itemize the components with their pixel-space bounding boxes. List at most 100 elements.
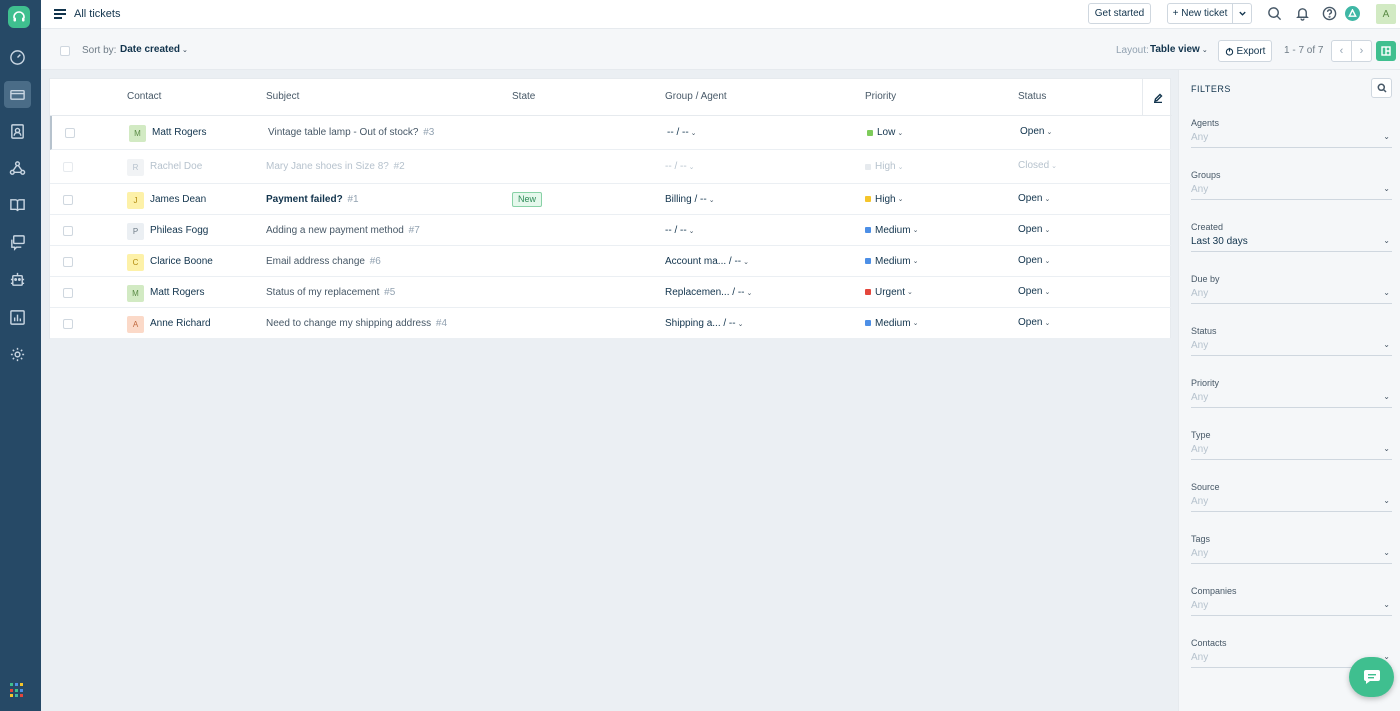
row-checkbox[interactable]: [63, 225, 73, 236]
filter-companies[interactable]: Companies Any ⌄: [1191, 586, 1392, 616]
next-page-button[interactable]: ›: [1351, 40, 1372, 62]
table-row[interactable]: M Matt Rogers Status of my replacement #5 R…: [50, 277, 1172, 308]
new-ticket-dropdown-button[interactable]: [1232, 3, 1252, 24]
user-avatar[interactable]: A: [1376, 4, 1396, 24]
priority-value: High: [875, 161, 896, 172]
status-dropdown[interactable]: Open ⌄: [1018, 286, 1050, 297]
row-checkbox[interactable]: [63, 287, 73, 298]
ticket-subject[interactable]: Adding a new payment method #7: [266, 225, 420, 236]
headset-logo-icon[interactable]: [8, 6, 30, 28]
search-icon[interactable]: [1267, 6, 1282, 21]
filter-source[interactable]: Source Any ⌄: [1191, 482, 1392, 512]
priority-dropdown[interactable]: Urgent ⌄: [865, 287, 913, 298]
priority-dropdown[interactable]: High ⌄: [865, 161, 903, 172]
state-badge: New: [512, 191, 543, 207]
filter-status[interactable]: Status Any ⌄: [1191, 326, 1392, 356]
status-dropdown[interactable]: Open ⌄: [1018, 317, 1050, 328]
row-checkbox[interactable]: [65, 128, 75, 138]
contacts-icon[interactable]: [4, 118, 31, 145]
ticket-subject[interactable]: Need to change my shipping address #4: [266, 318, 447, 329]
contact-name[interactable]: Clarice Boone: [150, 256, 213, 267]
menu-icon[interactable]: [54, 9, 66, 19]
filter-groups[interactable]: Groups Any ⌄: [1191, 170, 1392, 200]
group-agent-dropdown[interactable]: Account ma... / -- ⌄: [665, 256, 749, 267]
column-header-status[interactable]: Status: [1018, 91, 1046, 102]
table-row[interactable]: J James Dean Payment failed? #1 New Billing …: [50, 184, 1172, 215]
ticket-subject[interactable]: Payment failed? #1: [266, 194, 359, 205]
layout-dropdown[interactable]: Table view ⌄: [1150, 44, 1208, 55]
contact-name[interactable]: James Dean: [150, 194, 206, 205]
status-dropdown[interactable]: Closed ⌄: [1018, 160, 1057, 171]
dashboard-icon[interactable]: [4, 44, 31, 71]
filter-type[interactable]: Type Any ⌄: [1191, 430, 1392, 460]
ticket-subject[interactable]: Vintage table lamp - Out of stock? #3: [268, 127, 434, 138]
edit-columns-button[interactable]: [1142, 79, 1172, 116]
knowledge-base-icon[interactable]: [4, 192, 31, 219]
filter-label: Priority: [1191, 378, 1220, 388]
column-header-contact[interactable]: Contact: [127, 91, 161, 102]
new-ticket-button[interactable]: + New ticket: [1167, 3, 1233, 24]
row-checkbox[interactable]: [63, 318, 73, 329]
contact-name[interactable]: Rachel Doe: [150, 161, 202, 172]
sort-by-dropdown[interactable]: Date created ⌄: [120, 44, 188, 55]
export-button[interactable]: Export: [1218, 40, 1272, 62]
group-agent-dropdown[interactable]: -- / -- ⌄: [667, 127, 697, 138]
filter-tags[interactable]: Tags Any ⌄: [1191, 534, 1392, 564]
filter-created[interactable]: Created Last 30 days ⌄: [1191, 222, 1392, 252]
select-all-checkbox[interactable]: [60, 46, 70, 56]
bots-icon[interactable]: [4, 266, 31, 293]
priority-dropdown[interactable]: High ⌄: [865, 194, 903, 205]
status-value: Closed: [1018, 160, 1050, 171]
group-agent-dropdown[interactable]: Billing / -- ⌄: [665, 194, 715, 205]
ticket-subject[interactable]: Status of my replacement #5: [266, 287, 395, 298]
column-header-state[interactable]: State: [512, 91, 535, 102]
priority-dropdown[interactable]: Low ⌄: [867, 127, 903, 138]
contact-name[interactable]: Anne Richard: [150, 318, 211, 329]
group-agent-dropdown[interactable]: Replacemen... / -- ⌄: [665, 287, 752, 298]
filter-agents[interactable]: Agents Any ⌄: [1191, 118, 1392, 148]
status-dropdown[interactable]: Open ⌄: [1018, 193, 1050, 204]
group-agent-dropdown[interactable]: -- / -- ⌄: [665, 225, 695, 236]
forums-icon[interactable]: [4, 229, 31, 256]
freddy-icon[interactable]: [1345, 6, 1360, 21]
groups-icon[interactable]: [4, 155, 31, 182]
priority-dropdown[interactable]: Medium ⌄: [865, 225, 918, 236]
tickets-icon[interactable]: [4, 81, 31, 108]
layout-label: Layout:: [1116, 45, 1149, 56]
ticket-subject[interactable]: Email address change #6: [266, 256, 381, 267]
apps-grid-icon[interactable]: [10, 683, 25, 698]
table-row[interactable]: A Anne Richard Need to change my shipping …: [50, 308, 1172, 339]
column-header-priority[interactable]: Priority: [865, 91, 896, 102]
settings-icon[interactable]: [4, 341, 31, 368]
status-dropdown[interactable]: Open ⌄: [1018, 224, 1050, 235]
previous-page-button[interactable]: ‹: [1331, 40, 1352, 62]
group-agent-dropdown[interactable]: Shipping a... / -- ⌄: [665, 318, 743, 329]
row-checkbox[interactable]: [63, 256, 73, 267]
contact-name[interactable]: Matt Rogers: [150, 287, 204, 298]
filter-priority[interactable]: Priority Any ⌄: [1191, 378, 1392, 408]
chat-button[interactable]: [1349, 657, 1394, 697]
priority-dropdown[interactable]: Medium ⌄: [865, 256, 918, 267]
table-row[interactable]: R Rachel Doe Mary Jane shoes in Size 8? #2…: [50, 150, 1172, 184]
row-checkbox[interactable]: [63, 194, 73, 205]
filter-due-by[interactable]: Due by Any ⌄: [1191, 274, 1392, 304]
ticket-subject[interactable]: Mary Jane shoes in Size 8? #2: [266, 161, 405, 172]
bell-icon[interactable]: [1295, 6, 1310, 21]
status-dropdown[interactable]: Open ⌄: [1018, 255, 1050, 266]
table-row[interactable]: P Phileas Fogg Adding a new payment method…: [50, 215, 1172, 246]
help-icon[interactable]: [1322, 6, 1337, 21]
group-agent-dropdown[interactable]: -- / -- ⌄: [665, 161, 695, 172]
filters-search-button[interactable]: [1371, 78, 1392, 98]
row-checkbox[interactable]: [63, 162, 73, 172]
contact-name[interactable]: Phileas Fogg: [150, 225, 208, 236]
contact-name[interactable]: Matt Rogers: [152, 127, 206, 138]
status-dropdown[interactable]: Open ⌄: [1020, 126, 1052, 137]
reports-icon[interactable]: [4, 304, 31, 331]
table-row[interactable]: C Clarice Boone Email address change #6 Acc…: [50, 246, 1172, 277]
table-row[interactable]: M Matt Rogers Vintage table lamp - Out of …: [50, 116, 1172, 150]
column-header-subject[interactable]: Subject: [266, 91, 299, 102]
get-started-button[interactable]: Get started: [1088, 3, 1151, 24]
toggle-filters-button[interactable]: [1376, 41, 1396, 61]
column-header-group-agent[interactable]: Group / Agent: [665, 91, 727, 102]
priority-dropdown[interactable]: Medium ⌄: [865, 318, 918, 329]
